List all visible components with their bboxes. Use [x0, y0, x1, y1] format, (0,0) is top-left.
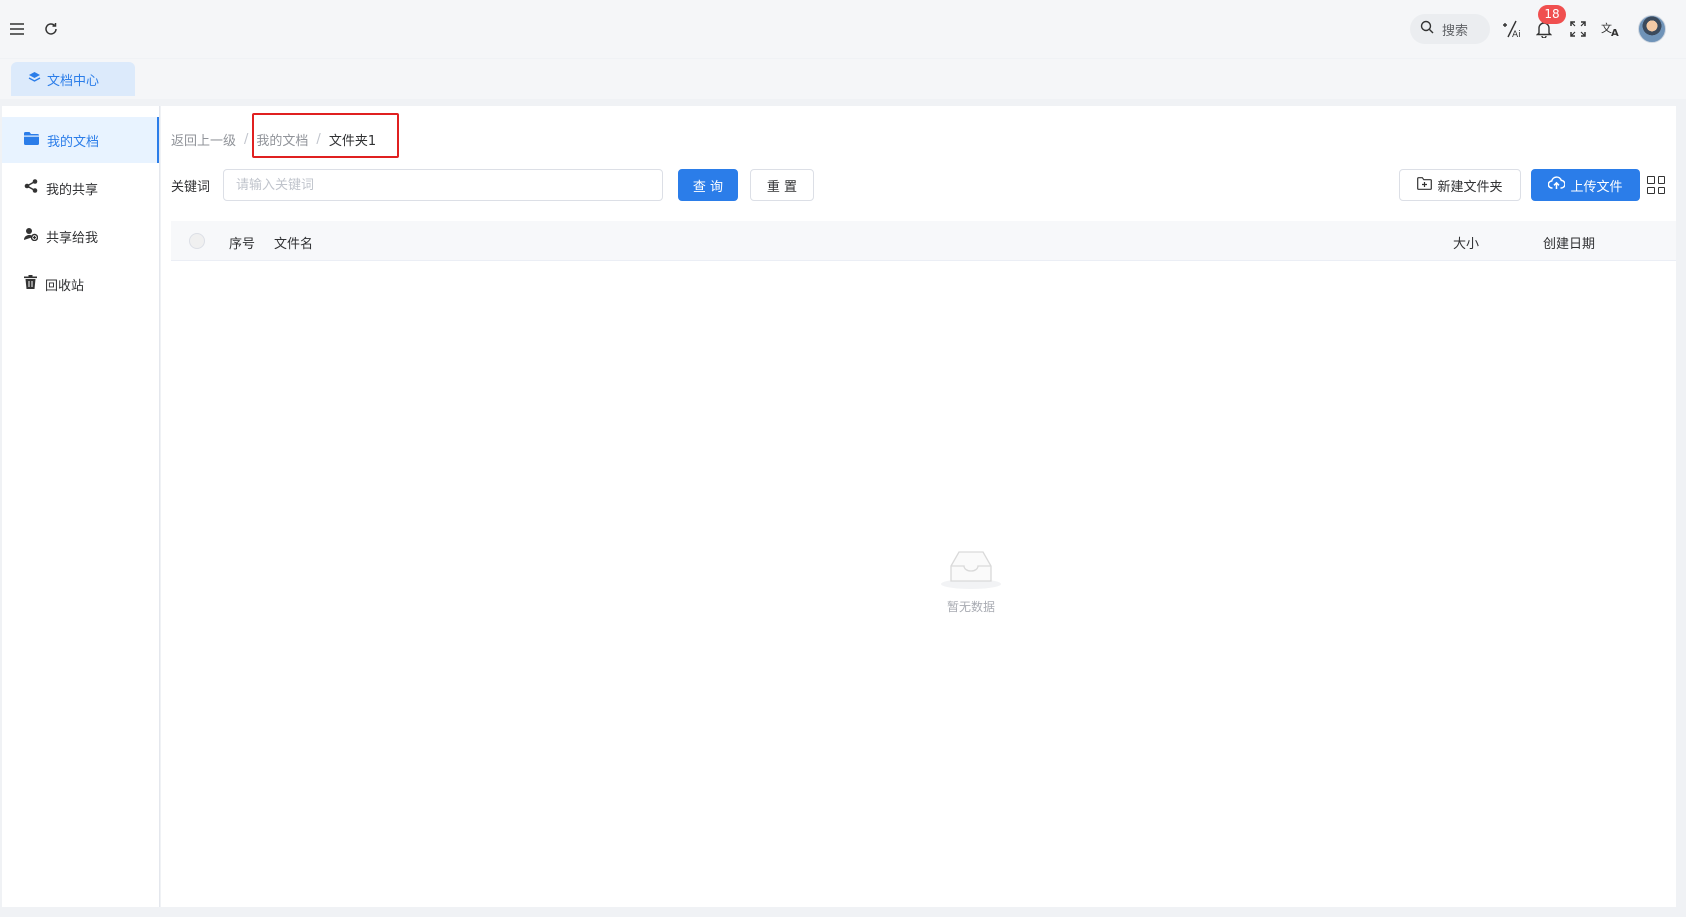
- main-content: 返回上一级 / 我的文档 / 文件夹1 关键词 查 询 重 置 新建文件夹 上传…: [161, 106, 1676, 907]
- tab-document-center[interactable]: 文档中心: [11, 62, 135, 96]
- cloud-upload-icon: [1548, 176, 1567, 194]
- sidebar-item-my-documents[interactable]: 我的文档: [2, 117, 159, 163]
- translate-icon[interactable]: 文A: [1600, 18, 1622, 40]
- search-button[interactable]: 查 询: [678, 169, 738, 201]
- sidebar-item-label: 我的共享: [46, 182, 99, 198]
- select-all-checkbox[interactable]: [189, 233, 205, 249]
- highlight-annotation-box: [252, 113, 399, 158]
- column-header-index: 序号: [229, 237, 256, 252]
- keyword-input[interactable]: [223, 169, 663, 201]
- column-header-size: 大小: [1453, 237, 1480, 252]
- folder-add-icon: [1417, 176, 1433, 194]
- grid-view-icon[interactable]: [1647, 176, 1665, 194]
- trash-icon: [24, 275, 37, 293]
- sidebar-item-label: 我的文档: [47, 134, 100, 150]
- layers-icon: [28, 71, 41, 88]
- search-label: 搜索: [1442, 23, 1469, 39]
- ai-assistant-icon[interactable]: Ai: [1500, 18, 1522, 40]
- search-icon: [1420, 20, 1434, 38]
- keyword-label: 关键词: [171, 180, 211, 195]
- notification-badge: 18: [1538, 5, 1566, 24]
- sidebar: 我的文档 我的共享 共享给我 回收站: [2, 106, 160, 907]
- table-header: 序号 文件名 大小 创建日期: [171, 221, 1676, 261]
- sidebar-item-my-shares[interactable]: 我的共享: [2, 165, 159, 211]
- share-icon: [24, 179, 38, 197]
- breadcrumb-back-link[interactable]: 返回上一级: [171, 130, 236, 149]
- sidebar-item-recycle-bin[interactable]: 回收站: [2, 261, 159, 307]
- sidebar-item-label: 回收站: [45, 278, 85, 294]
- top-bar: 搜索 Ai 18 文A: [0, 0, 1686, 58]
- tab-bar: 文档中心: [0, 59, 1686, 99]
- column-header-created-date: 创建日期: [1543, 237, 1596, 252]
- svg-text:Ai: Ai: [1512, 30, 1521, 38]
- menu-toggle-icon[interactable]: [6, 18, 28, 40]
- refresh-icon[interactable]: [40, 18, 62, 40]
- new-folder-button[interactable]: 新建文件夹: [1399, 169, 1521, 201]
- upload-file-button[interactable]: 上传文件: [1531, 169, 1640, 201]
- upload-file-label: 上传文件: [1570, 179, 1623, 195]
- fullscreen-icon[interactable]: [1567, 18, 1589, 40]
- empty-state: 暂无数据: [901, 548, 1041, 615]
- shared-with-me-icon: [24, 227, 39, 245]
- user-avatar[interactable]: [1638, 15, 1666, 43]
- folder-icon: [24, 131, 39, 149]
- column-header-filename: 文件名: [274, 237, 314, 252]
- empty-text: 暂无数据: [946, 600, 995, 614]
- empty-inbox-icon: [901, 548, 1041, 590]
- new-folder-label: 新建文件夹: [1437, 179, 1503, 195]
- sidebar-item-label: 共享给我: [46, 230, 99, 246]
- sidebar-item-shared-with-me[interactable]: 共享给我: [2, 213, 159, 259]
- global-search[interactable]: 搜索: [1410, 14, 1490, 44]
- breadcrumb-separator: /: [244, 132, 249, 147]
- tab-label: 文档中心: [47, 73, 100, 89]
- reset-button[interactable]: 重 置: [750, 169, 814, 201]
- svg-text:A: A: [1611, 28, 1619, 37]
